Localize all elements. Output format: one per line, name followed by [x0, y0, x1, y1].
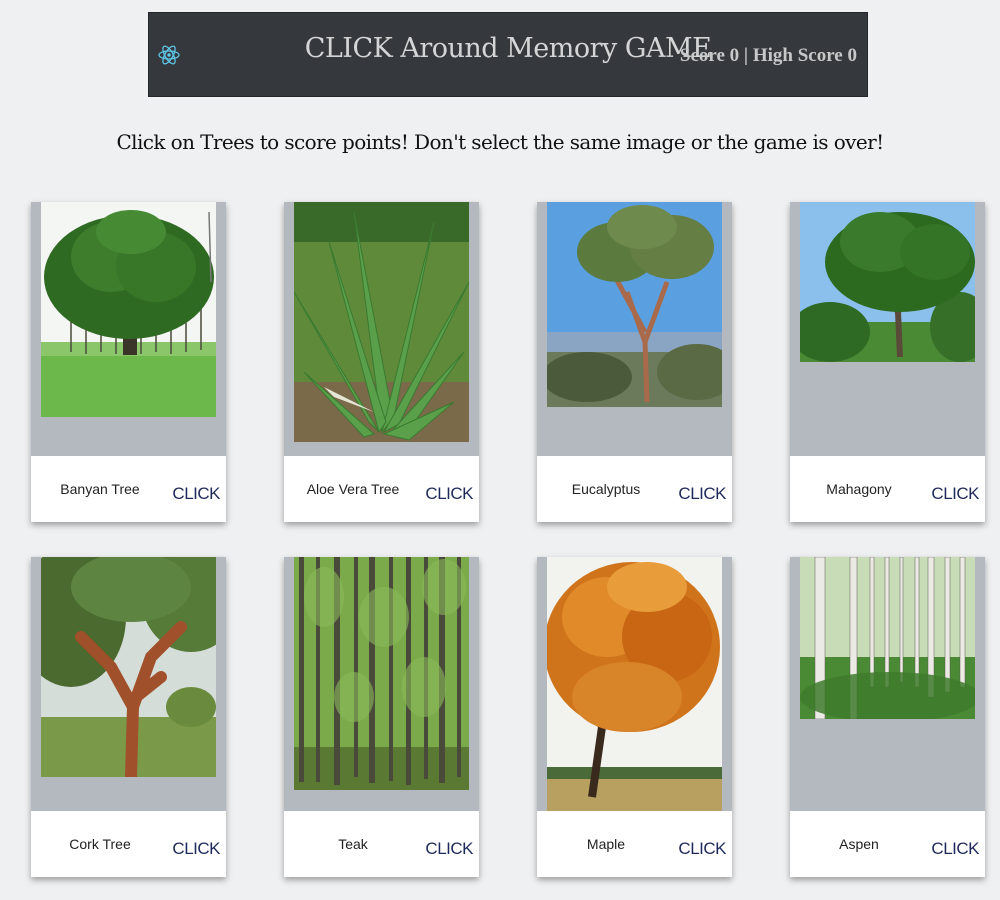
card-name: Cork Tree: [69, 836, 131, 852]
click-button[interactable]: CLICK: [678, 839, 726, 859]
card-footer: Aloe Vera Tree CLICK: [284, 456, 479, 522]
card-eucalyptus[interactable]: Eucalyptus CLICK: [537, 202, 732, 522]
instructions-text: Click on Trees to score points! Don't se…: [116, 130, 884, 154]
maple-image[interactable]: [547, 557, 722, 811]
card-name: Aspen: [839, 836, 879, 852]
mahagony-image[interactable]: [800, 202, 975, 362]
card-mahagony[interactable]: Mahagony CLICK: [790, 202, 985, 522]
aloe-vera-image[interactable]: [294, 202, 469, 442]
card-name: Eucalyptus: [571, 481, 641, 497]
card-footer: Teak CLICK: [284, 811, 479, 877]
card-aloe-vera-tree[interactable]: Aloe Vera Tree CLICK: [284, 202, 479, 522]
card-name: Teak: [338, 836, 368, 852]
card-aspen[interactable]: Aspen CLICK: [790, 557, 985, 877]
teak-image[interactable]: [294, 557, 469, 790]
card-banyan-tree[interactable]: Banyan Tree CLICK: [31, 202, 226, 522]
card-name: Banyan Tree: [60, 481, 140, 497]
card-name: Aloe Vera Tree: [306, 481, 400, 497]
card-footer: Banyan Tree CLICK: [31, 456, 226, 522]
card-footer: Cork Tree CLICK: [31, 811, 226, 877]
click-button[interactable]: CLICK: [172, 484, 220, 504]
navbar: CLICK Around Memory GAME Score 0 | High …: [148, 12, 868, 97]
card-name: Maple: [586, 836, 626, 852]
aspen-image[interactable]: [800, 557, 975, 719]
card-name: Mahagony: [826, 481, 892, 497]
card-footer: Aspen CLICK: [790, 811, 985, 877]
card-teak[interactable]: Teak CLICK: [284, 557, 479, 877]
cork-tree-image[interactable]: [41, 557, 216, 777]
click-button[interactable]: CLICK: [172, 839, 220, 859]
click-button[interactable]: CLICK: [931, 484, 979, 504]
click-button[interactable]: CLICK: [931, 839, 979, 859]
eucalyptus-image[interactable]: [547, 202, 722, 407]
card-maple[interactable]: Maple CLICK: [537, 557, 732, 877]
click-button[interactable]: CLICK: [425, 484, 473, 504]
card-footer: Eucalyptus CLICK: [537, 456, 732, 522]
click-button[interactable]: CLICK: [678, 484, 726, 504]
click-button[interactable]: CLICK: [425, 839, 473, 859]
score-display: Score 0 | High Score 0: [679, 45, 857, 66]
card-cork-tree[interactable]: Cork Tree CLICK: [31, 557, 226, 877]
card-footer: Maple CLICK: [537, 811, 732, 877]
banyan-tree-image[interactable]: [41, 202, 216, 417]
card-footer: Mahagony CLICK: [790, 456, 985, 522]
